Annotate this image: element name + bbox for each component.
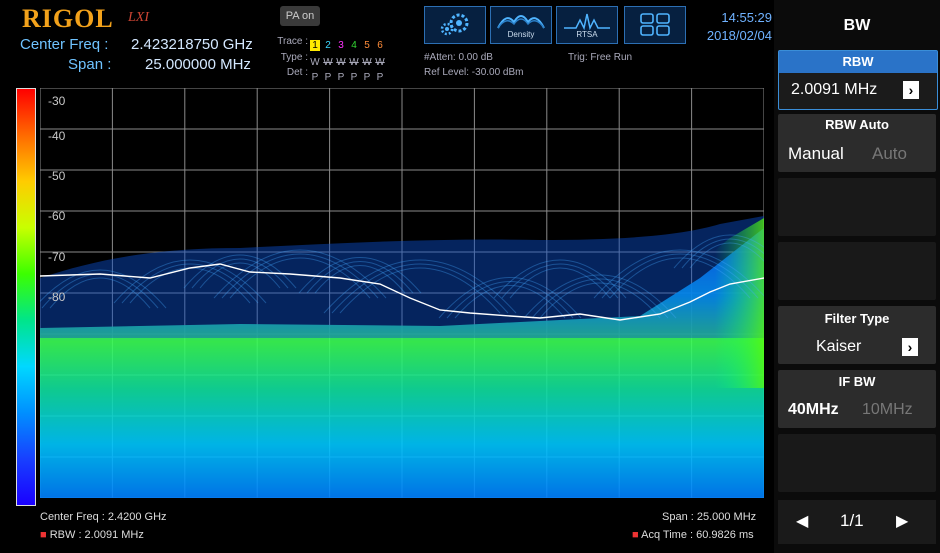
filter-type-menu-button[interactable]: Filter Type Kaiser › bbox=[778, 306, 936, 364]
trace-3-detector: P bbox=[337, 72, 345, 83]
rtsa-icon bbox=[564, 13, 610, 30]
if-bw-40mhz-option[interactable]: 40MHz bbox=[788, 401, 839, 419]
trace-6-selector[interactable]: 6 bbox=[375, 40, 385, 51]
footer-acq-text: Acq Time : 60.9826 ms bbox=[641, 529, 754, 541]
trace-6-detector: P bbox=[376, 72, 384, 83]
footer-center-freq: Center Freq : 2.4200 GHz bbox=[40, 511, 167, 523]
y-label-2: -40 bbox=[48, 129, 66, 143]
rbw-auto-auto-option[interactable]: Auto bbox=[872, 144, 907, 164]
lxi-logo: LXI bbox=[128, 10, 149, 25]
y-label-6: -80 bbox=[48, 290, 66, 304]
footer-span: Span : 25.000 MHz bbox=[662, 511, 757, 523]
y-label-1: -30 bbox=[48, 94, 66, 108]
trace-5-selector[interactable]: 5 bbox=[362, 40, 372, 51]
span-label: Span : bbox=[68, 56, 112, 73]
y-label-3: -50 bbox=[48, 169, 66, 183]
rbw-auto-menu-button[interactable]: RBW Auto Manual Auto bbox=[778, 114, 936, 172]
span-value[interactable]: 25.000000 MHz bbox=[145, 56, 251, 73]
density-label: Density bbox=[507, 30, 535, 39]
spectrum-canvas bbox=[40, 88, 764, 498]
page-indicator: 1/1 bbox=[840, 511, 864, 530]
page-navigator: ◀ 1/1 ▶ bbox=[778, 500, 936, 544]
rbw-menu-button[interactable]: RBW 2.0091 MHz › bbox=[778, 50, 938, 110]
next-page-icon[interactable]: ▶ bbox=[896, 511, 908, 531]
gears-icon bbox=[440, 13, 469, 36]
footer-rbw: ■ RBW : 2.0091 MHz bbox=[40, 529, 144, 541]
atten-readout: #Atten: 0.00 dB bbox=[424, 52, 493, 63]
rbw-title: RBW bbox=[779, 51, 937, 73]
rigol-logo: RIGOL bbox=[22, 4, 114, 33]
trace-2-detector: P bbox=[324, 72, 332, 83]
empty-menu-slot-3 bbox=[778, 434, 936, 492]
filter-type-title: Filter Type bbox=[824, 311, 890, 326]
det-label: Det : bbox=[286, 67, 308, 78]
type-label: Type : bbox=[280, 52, 308, 63]
trace-dets: PPPPPP bbox=[310, 67, 388, 85]
filter-type-enter-icon[interactable]: › bbox=[902, 338, 918, 356]
y-label-4: -60 bbox=[48, 209, 66, 223]
trace-3-selector[interactable]: 3 bbox=[336, 40, 346, 51]
acq-marker-icon: ■ bbox=[632, 529, 639, 541]
settings-mode-button[interactable] bbox=[424, 6, 486, 44]
ref-level-readout: Ref Level: -30.00 dBm bbox=[424, 67, 524, 78]
if-bw-10mhz-option[interactable]: 10MHz bbox=[862, 401, 913, 419]
density-colorbar bbox=[16, 88, 36, 506]
rbw-marker-icon: ■ bbox=[40, 529, 47, 541]
empty-menu-slot-1 bbox=[778, 178, 936, 236]
empty-menu-slot-2 bbox=[778, 242, 936, 300]
rbw-auto-title: RBW Auto bbox=[825, 117, 889, 132]
filter-type-value: Kaiser bbox=[816, 338, 862, 355]
layout-mode-button[interactable] bbox=[624, 6, 686, 44]
footer-rbw-text: RBW : 2.0091 MHz bbox=[49, 529, 144, 541]
density-spectrum-plot[interactable] bbox=[40, 88, 764, 498]
trace-1-selector[interactable]: 1 bbox=[310, 40, 320, 51]
trace-2-selector[interactable]: 2 bbox=[323, 40, 333, 51]
trace-1-detector: P bbox=[311, 72, 319, 83]
trace-4-detector: P bbox=[350, 72, 358, 83]
y-label-5: -70 bbox=[48, 250, 66, 264]
clock-time: 14:55:29 bbox=[721, 10, 772, 25]
trace-4-selector[interactable]: 4 bbox=[349, 40, 359, 51]
center-freq-value[interactable]: 2.423218750 GHz bbox=[131, 36, 253, 53]
trace-numbers[interactable]: 123456 bbox=[310, 35, 388, 53]
footer-acq-time: ■ Acq Time : 60.9826 ms bbox=[632, 529, 754, 541]
menu-title: BW bbox=[843, 17, 871, 34]
prev-page-icon[interactable]: ◀ bbox=[796, 511, 808, 531]
rbw-value: 2.0091 MHz bbox=[791, 81, 878, 98]
grid-layout-icon bbox=[640, 13, 670, 36]
pa-on-button[interactable]: PA on bbox=[280, 6, 320, 26]
density-icon bbox=[497, 15, 545, 29]
rtsa-label: RTSA bbox=[576, 30, 598, 39]
rbw-auto-manual-option[interactable]: Manual bbox=[788, 144, 844, 164]
if-bw-menu-button[interactable]: IF BW 40MHz 10MHz bbox=[778, 370, 936, 428]
trace-label: Trace : bbox=[277, 36, 308, 47]
rbw-enter-icon[interactable]: › bbox=[903, 81, 919, 99]
clock-date: 2018/02/04 bbox=[706, 28, 772, 43]
center-freq-label: Center Freq : bbox=[20, 36, 109, 53]
rtsa-mode-button[interactable]: RTSA bbox=[556, 6, 618, 44]
trace-5-detector: P bbox=[363, 72, 371, 83]
density-mode-button[interactable]: Density bbox=[490, 6, 552, 44]
if-bw-title: IF BW bbox=[838, 374, 876, 389]
trigger-readout: Trig: Free Run bbox=[568, 52, 633, 63]
